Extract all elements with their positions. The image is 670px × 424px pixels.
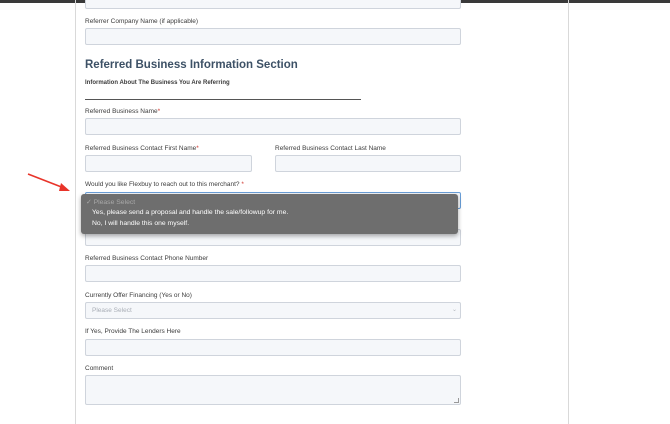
contact-first-name-label: Referred Business Contact First Name*: [85, 145, 199, 152]
previous-field-input[interactable]: [85, 0, 461, 9]
dropdown-option-no[interactable]: No, I will handle this one myself.: [92, 220, 189, 227]
reach-out-dropdown-menu[interactable]: ✓ Please Select Yes, please send a propo…: [81, 194, 458, 234]
section-title: Referred Business Information Section: [85, 59, 298, 71]
financing-select-value: Please Select: [92, 307, 132, 314]
reach-out-label: Would you like Flexbuy to reach out to t…: [85, 181, 244, 188]
reach-out-label-text: Would you like Flexbuy to reach out to t…: [85, 181, 240, 188]
contact-last-name-label: Referred Business Contact Last Name: [275, 145, 386, 152]
comment-textarea[interactable]: [85, 375, 461, 405]
comment-label: Comment: [85, 365, 114, 372]
required-marker: *: [241, 181, 244, 188]
section-subtitle: Information About The Business You Are R…: [85, 80, 230, 86]
business-name-input[interactable]: [85, 118, 461, 135]
contact-first-name-label-text: Referred Business Contact First Name: [85, 145, 197, 152]
dropdown-option-yes[interactable]: Yes, please send a proposal and handle t…: [92, 209, 288, 216]
phone-input[interactable]: [85, 265, 461, 282]
financing-label: Currently Offer Financing (Yes or No): [85, 292, 192, 299]
required-marker: *: [157, 108, 161, 115]
referrer-company-input[interactable]: [85, 28, 461, 45]
required-marker: *: [196, 145, 199, 152]
dropdown-option-placeholder[interactable]: ✓ Please Select: [86, 198, 135, 206]
business-name-label: Referred Business Name*: [85, 108, 160, 115]
resize-handle-icon[interactable]: [454, 398, 459, 403]
section-divider: [85, 99, 361, 100]
red-arrow-icon: [27, 173, 70, 191]
financing-select[interactable]: Please Select ⌄: [85, 302, 461, 319]
lenders-input[interactable]: [85, 339, 461, 356]
contact-first-name-input[interactable]: [85, 155, 252, 172]
form-right-border: [568, 0, 569, 424]
lenders-label: If Yes, Provide The Lenders Here: [85, 328, 181, 335]
form-left-border: [75, 0, 76, 424]
business-name-label-text: Referred Business Name: [85, 108, 158, 115]
referrer-company-label: Referrer Company Name (if applicable): [85, 18, 199, 25]
chevron-updown-icon: ⌄: [451, 307, 457, 313]
contact-last-name-input[interactable]: [275, 155, 461, 172]
phone-label: Referred Business Contact Phone Number: [85, 255, 209, 262]
